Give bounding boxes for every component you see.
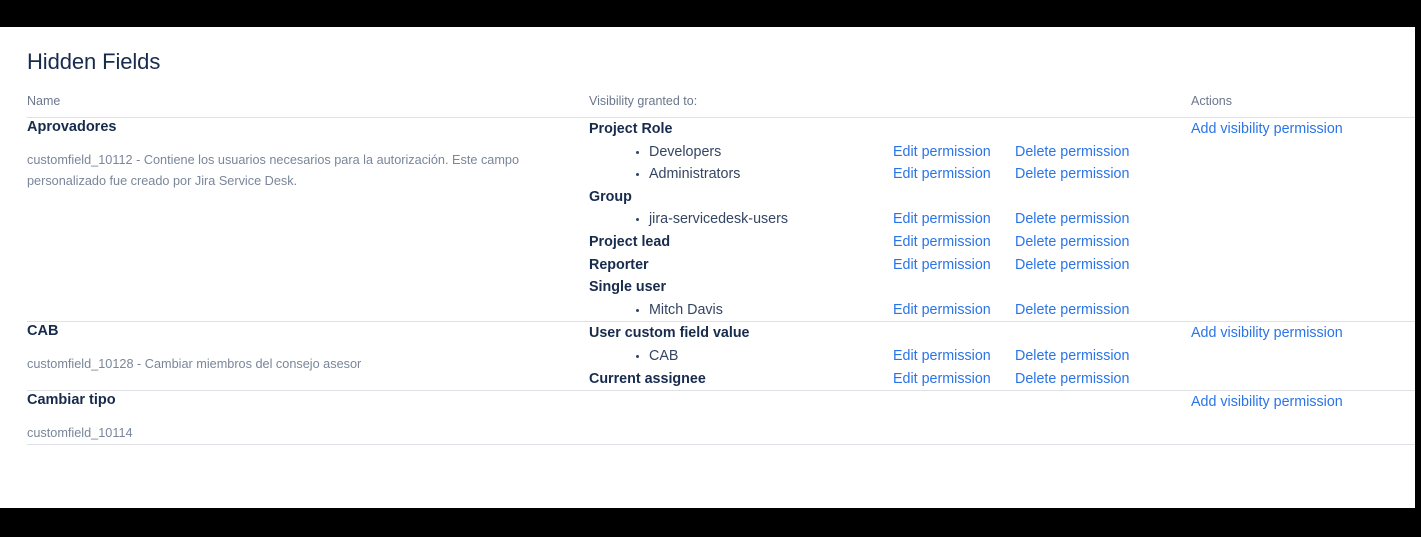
field-description: customfield_10128 - Cambiar miembros del… — [27, 357, 362, 372]
delete-permission-link[interactable]: Delete permission — [1015, 144, 1129, 160]
edit-permission-slot — [893, 322, 1015, 345]
edit-links-cell — [893, 390, 1015, 446]
field-name: Aprovadores — [27, 119, 117, 135]
edit-permission-link[interactable]: Edit permission — [893, 144, 991, 160]
edit-permission-link[interactable]: Edit permission — [893, 257, 991, 273]
visibility-cell: User custom field value CAB Current assign… — [589, 321, 893, 392]
table-row: Cambiar tipo customfield_10114 Add visibil… — [27, 390, 1415, 446]
field-name-cell: CAB customfield_10128 - Cambiar miembros … — [27, 321, 589, 392]
letterbox-right — [1415, 27, 1421, 508]
delete-permission-slot — [1015, 186, 1191, 209]
page-content: Hidden Fields Name Visibility granted to… — [0, 27, 1415, 508]
permission-entry: CAB — [589, 345, 893, 368]
edit-permission-slot — [893, 276, 1015, 299]
edit-permission-slot: Edit permission — [893, 141, 1015, 164]
edit-permission-link[interactable]: Edit permission — [893, 166, 991, 182]
permission-group-label: Single user — [589, 279, 667, 296]
permission-group-label: Group — [589, 188, 632, 205]
permission-group-label: Current assignee — [589, 370, 706, 387]
field-name-cell: Aprovadores customfield_10112 - Contiene … — [27, 117, 589, 323]
permission-entry: Administrators — [589, 163, 893, 186]
delete-permission-slot: Delete permission — [1015, 231, 1191, 254]
delete-permission-slot: Delete permission — [1015, 368, 1191, 391]
column-header-delete — [1015, 94, 1191, 118]
field-description: customfield_10114 — [27, 426, 133, 441]
delete-links-cell: Delete permission Delete permission Delet… — [1015, 117, 1191, 323]
edit-permission-slot — [893, 118, 1015, 141]
add-visibility-permission-slot: Add visibility permission — [1191, 322, 1415, 345]
delete-permission-slot: Delete permission — [1015, 299, 1191, 322]
edit-permission-slot: Edit permission — [893, 231, 1015, 254]
field-name: Cambiar tipo — [27, 392, 116, 409]
letterbox-bottom — [0, 508, 1421, 537]
add-visibility-permission-slot: Add visibility permission — [1191, 391, 1415, 414]
delete-permission-link[interactable]: Delete permission — [1015, 257, 1129, 273]
delete-permission-link[interactable]: Delete permission — [1015, 166, 1129, 182]
permission-group-label: Reporter — [589, 256, 649, 273]
delete-permission-slot: Delete permission — [1015, 254, 1191, 277]
actions-cell: Add visibility permission — [1191, 321, 1415, 392]
permission-entry: Mitch Davis — [589, 299, 893, 322]
edit-permission-link[interactable]: Edit permission — [893, 211, 991, 227]
add-visibility-permission-link[interactable]: Add visibility permission — [1191, 121, 1343, 137]
column-header-edit — [893, 94, 1015, 118]
column-header-visibility: Visibility granted to: — [589, 94, 893, 118]
letterbox-top — [0, 0, 1421, 27]
delete-permission-link[interactable]: Delete permission — [1015, 234, 1129, 250]
delete-links-cell — [1015, 390, 1191, 446]
visibility-cell — [589, 390, 893, 446]
edit-permission-link[interactable]: Edit permission — [893, 371, 991, 387]
column-header-name: Name — [27, 94, 589, 118]
delete-permission-link[interactable]: Delete permission — [1015, 302, 1129, 318]
table-row: Aprovadores customfield_10112 - Contiene … — [27, 117, 1415, 323]
edit-permission-link[interactable]: Edit permission — [893, 348, 991, 364]
table-body: Aprovadores customfield_10112 - Contiene … — [27, 117, 1415, 446]
edit-permission-slot: Edit permission — [893, 254, 1015, 277]
permission-entry: jira-servicedesk-users — [589, 208, 893, 231]
page-title: Hidden Fields — [27, 49, 161, 74]
add-visibility-permission-link[interactable]: Add visibility permission — [1191, 325, 1343, 341]
delete-permission-link[interactable]: Delete permission — [1015, 371, 1129, 387]
delete-permission-link[interactable]: Delete permission — [1015, 348, 1129, 364]
table-header-row: Name Visibility granted to: Actions — [27, 94, 1415, 118]
edit-permission-slot: Edit permission — [893, 299, 1015, 322]
add-visibility-permission-slot: Add visibility permission — [1191, 118, 1415, 141]
delete-permission-slot: Delete permission — [1015, 141, 1191, 164]
visibility-cell: Project Role Developers Administrators Grou… — [589, 117, 893, 323]
field-name-cell: Cambiar tipo customfield_10114 — [27, 390, 589, 446]
table-header: Name Visibility granted to: Actions — [27, 94, 1415, 118]
edit-permission-link[interactable]: Edit permission — [893, 234, 991, 250]
actions-cell: Add visibility permission — [1191, 390, 1415, 446]
column-header-actions: Actions — [1191, 94, 1415, 118]
edit-permission-slot — [893, 186, 1015, 209]
delete-permission-slot — [1015, 322, 1191, 345]
hidden-fields-table: Name Visibility granted to: Actions Apro… — [27, 94, 1415, 446]
edit-links-cell: Edit permission Edit permission — [893, 321, 1015, 392]
edit-permission-link[interactable]: Edit permission — [893, 302, 991, 318]
add-visibility-permission-link[interactable]: Add visibility permission — [1191, 394, 1343, 410]
edit-links-cell: Edit permission Edit permission Edit perm… — [893, 117, 1015, 323]
delete-permission-link[interactable]: Delete permission — [1015, 211, 1129, 227]
delete-permission-slot: Delete permission — [1015, 345, 1191, 368]
edit-permission-slot: Edit permission — [893, 208, 1015, 231]
delete-permission-slot — [1015, 118, 1191, 141]
edit-permission-slot: Edit permission — [893, 163, 1015, 186]
permission-entry: Developers — [589, 141, 893, 164]
permission-list: Project Role Developers Administrators Grou… — [589, 118, 893, 321]
permission-list: User custom field value CAB Current assign… — [589, 322, 893, 390]
edit-permission-slot: Edit permission — [893, 368, 1015, 391]
screen: Hidden Fields Name Visibility granted to… — [0, 0, 1421, 537]
field-description: customfield_10112 - Contiene los usuario… — [27, 153, 520, 188]
permission-group-label: Project Role — [589, 121, 673, 137]
actions-cell: Add visibility permission — [1191, 117, 1415, 323]
permission-group-label: User custom field value — [589, 325, 750, 342]
edit-permission-slot: Edit permission — [893, 345, 1015, 368]
field-name: CAB — [27, 323, 59, 340]
table-row: CAB customfield_10128 - Cambiar miembros … — [27, 321, 1415, 392]
delete-links-cell: Delete permission Delete permission — [1015, 321, 1191, 392]
delete-permission-slot: Delete permission — [1015, 208, 1191, 231]
permission-group-label: Project lead — [589, 233, 671, 250]
delete-permission-slot: Delete permission — [1015, 163, 1191, 186]
delete-permission-slot — [1015, 276, 1191, 299]
